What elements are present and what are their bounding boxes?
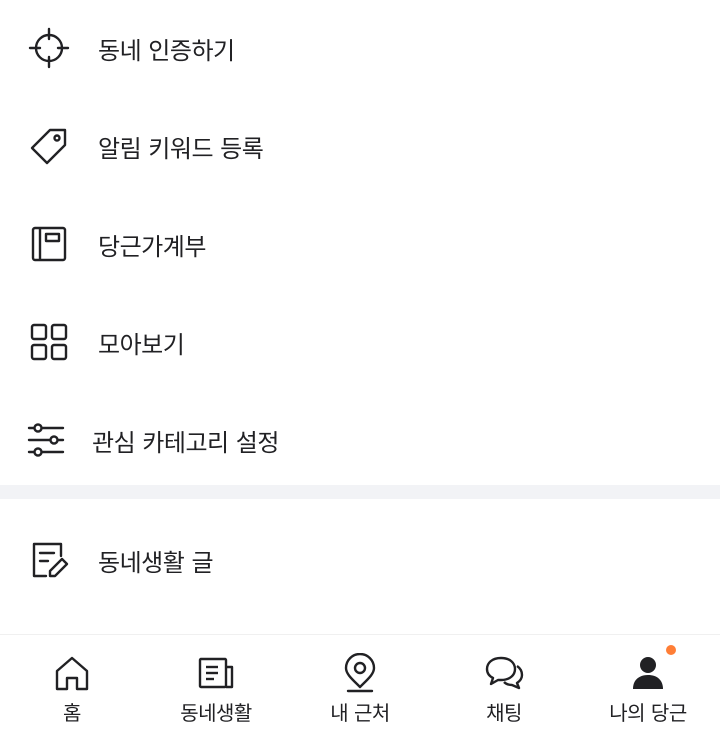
nav-tab-community[interactable]: 동네생활	[166, 635, 266, 737]
menu-item-account-book[interactable]: 당근가계부	[0, 196, 720, 292]
nav-tab-home[interactable]: 홈	[22, 635, 122, 737]
menu-item-label: 관심 카테고리 설정	[92, 428, 279, 457]
newspaper-icon	[194, 651, 238, 695]
section-divider	[0, 485, 720, 499]
menu-item-label: 당근가계부	[98, 232, 206, 261]
nav-tab-my-profile[interactable]: 나의 당근	[598, 635, 698, 737]
grid-icon	[28, 321, 70, 363]
menu-item-label: 알림 키워드 등록	[98, 134, 264, 163]
home-icon	[50, 651, 94, 695]
menu-item-interest-categories[interactable]: 관심 카테고리 설정	[0, 392, 720, 488]
menu-item-label: 동네생활 글	[98, 548, 214, 577]
tag-icon	[28, 125, 70, 167]
nav-tab-label: 내 근처	[330, 701, 390, 725]
edit-document-icon	[28, 539, 70, 581]
menu-item-keyword-alerts[interactable]: 알림 키워드 등록	[0, 98, 720, 194]
crosshair-icon	[28, 27, 70, 69]
nav-tab-chat[interactable]: 채팅	[454, 635, 554, 737]
nav-tab-label: 홈	[63, 701, 81, 725]
ledger-book-icon	[28, 223, 70, 265]
nav-tab-nearby[interactable]: 내 근처	[310, 635, 410, 737]
menu-item-label: 동네 인증하기	[98, 36, 235, 65]
user-icon	[626, 651, 670, 695]
nav-tab-label: 동네생활	[180, 701, 252, 725]
nav-tab-label: 채팅	[486, 701, 522, 725]
menu-item-neighborhood-posts[interactable]: 동네생활 글	[0, 512, 720, 608]
menu-item-collections[interactable]: 모아보기	[0, 294, 720, 390]
sliders-icon	[26, 419, 68, 461]
menu-item-verify-neighborhood[interactable]: 동네 인증하기	[0, 0, 720, 96]
notification-badge	[666, 645, 676, 655]
menu-item-label: 모아보기	[98, 330, 185, 359]
location-pin-icon	[338, 651, 382, 695]
chat-bubbles-icon	[482, 651, 526, 695]
bottom-navigation: 홈 동네생활 내 근처 채팅 나의 당근	[0, 634, 720, 737]
nav-tab-label: 나의 당근	[609, 701, 687, 725]
